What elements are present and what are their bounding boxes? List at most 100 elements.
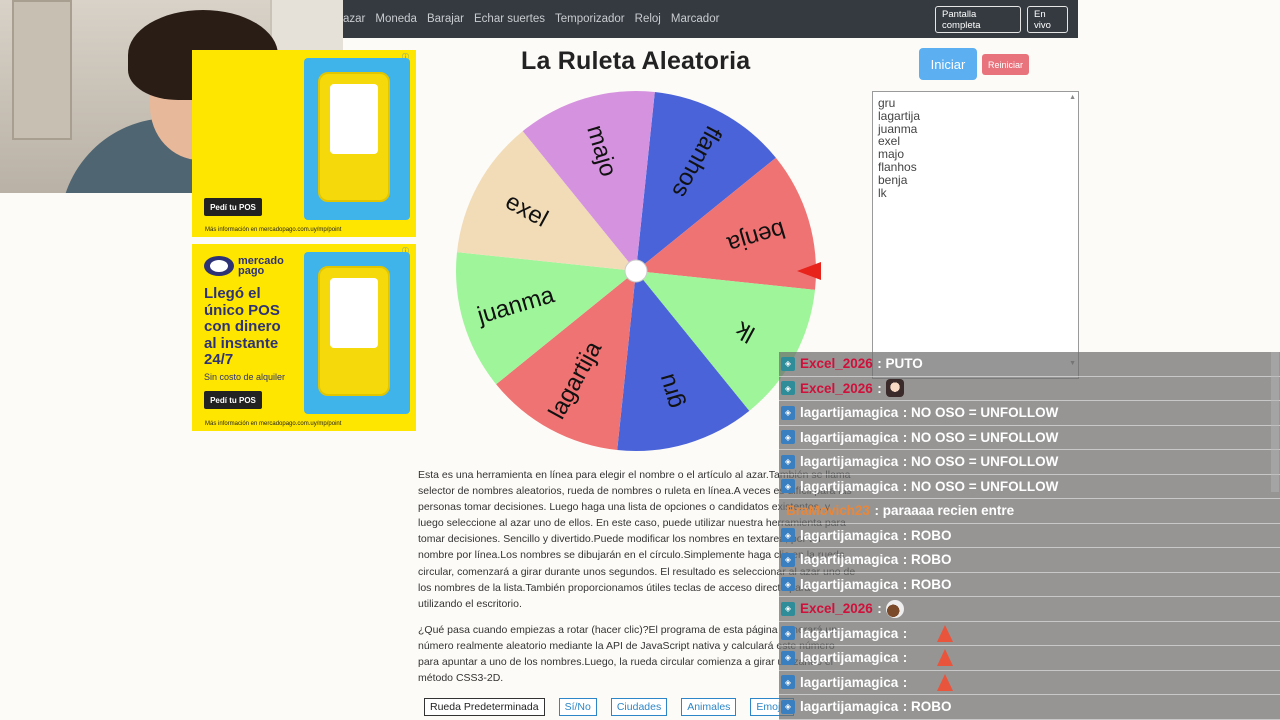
reset-button[interactable]: Reiniciar xyxy=(982,54,1029,75)
chat-username: Excel_2026 xyxy=(800,356,873,372)
platform-badge-icon: ◈ xyxy=(781,381,795,396)
chat-text: : PUTO xyxy=(877,356,923,372)
page-scrollbar[interactable] xyxy=(1271,352,1279,492)
chat-text: : ROBO xyxy=(902,527,952,543)
platform-badge-icon: ◈ xyxy=(781,552,795,567)
chat-text: : ROBO xyxy=(902,699,952,715)
preset-button[interactable]: Animales xyxy=(681,698,737,716)
chat-text: : NO OSO = UNFOLLOW xyxy=(902,454,1059,470)
chat-text: : xyxy=(877,380,882,396)
chat-message: ◈ lagartijamagica : NO OSO = UNFOLLOW xyxy=(779,474,1280,499)
name-line: benja xyxy=(878,172,908,187)
name-line: gru xyxy=(878,96,896,110)
chat-username: lagartijamagica xyxy=(800,625,899,641)
ad-more-info: Más información en mercadopago.com.uy/mp… xyxy=(205,227,342,233)
page-title: La Ruleta Aleatoria xyxy=(521,47,751,75)
chat-text: : paraaaa recien entre xyxy=(874,503,1015,519)
ad-pos-button[interactable]: Pedí tu POS xyxy=(204,198,262,216)
platform-badge-icon: ◈ xyxy=(781,601,795,616)
chat-message: ◈ Excel_2026 : PUTO xyxy=(779,352,1280,377)
roulette-wheel[interactable]: flanhosbenjalkgrulagartijajuanmaexelmajo xyxy=(455,90,817,452)
chat-message: ◈ lagartijamagica : ROBO xyxy=(779,548,1280,573)
platform-badge-icon: ◈ xyxy=(781,454,795,469)
ad-subline: Sin costo de alquiler xyxy=(204,372,286,382)
nav-link[interactable]: Barajar xyxy=(427,13,464,25)
chat-message: ◈ lagartijamagica : NO OSO = UNFOLLOW xyxy=(779,401,1280,426)
chat-username: lagartijamagica xyxy=(800,674,899,690)
fullscreen-button[interactable]: Pantalla completa xyxy=(935,6,1021,33)
ad-more-info: Más información en mercadopago.com.uy/mp… xyxy=(205,421,342,427)
preset-button[interactable]: Ciudades xyxy=(610,698,668,716)
chat-username: lagartijamagica xyxy=(800,405,899,421)
cone-emote-icon xyxy=(937,673,954,691)
chat-username: lagartijamagica xyxy=(800,454,899,470)
nav-link[interactable]: Moneda xyxy=(375,13,417,25)
nav-link[interactable]: azar xyxy=(343,13,365,25)
nav-link[interactable]: Echar suertes xyxy=(474,13,545,25)
mercadopago-ad-bottom[interactable]: ⓘ mercado pago Llegó el único POS con di… xyxy=(192,244,416,431)
chat-username: lagartijamagica xyxy=(800,699,899,715)
platform-badge-icon: ◈ xyxy=(781,356,795,371)
platform-badge-icon: ◈ xyxy=(781,479,795,494)
platform-badge-icon: ◈ xyxy=(781,675,795,690)
chat-message: ◈ Excel_2026 : xyxy=(779,597,1280,622)
chat-message: ◈ lagartijamagica : ROBO xyxy=(779,572,1280,597)
chat-text: : xyxy=(902,674,908,690)
ad-headline: Llegó el único POS con dinero al instant… xyxy=(204,285,281,368)
wheel-hub[interactable] xyxy=(624,259,648,283)
preset-button[interactable]: Rueda Predeterminada xyxy=(424,698,545,716)
mercadopago-ad-top[interactable]: ⓘ Pedí tu POS Más información en mercado… xyxy=(192,50,416,237)
chat-text: : xyxy=(877,601,882,617)
girl-emote-icon xyxy=(885,379,904,398)
platform-badge-icon: ◈ xyxy=(781,528,795,543)
nav-links: azar Moneda Barajar Echar suertes Temporizad… xyxy=(343,0,719,38)
chat-message: ◈ lagartijamagica : NO OSO = UNFOLLOW xyxy=(779,450,1280,475)
chat-username: lagartijamagica xyxy=(800,576,899,592)
platform-badge-icon: ◈ xyxy=(781,577,795,592)
chat-username: lagartijamagica xyxy=(800,478,899,494)
chat-text: : NO OSO = UNFOLLOW xyxy=(902,478,1059,494)
live-button[interactable]: En vivo xyxy=(1027,6,1068,33)
mercadopago-logo: mercado pago xyxy=(204,256,288,277)
chat-text: : xyxy=(902,650,908,666)
chat-message: ◈ lagartijamagica : xyxy=(779,621,1280,646)
names-textarea[interactable]: ▲ ▼ grulagartijajuanmaexelmajoflanhosben… xyxy=(872,91,1079,379)
chat-username: Excel_2026 xyxy=(800,601,873,617)
nav-link[interactable]: Marcador xyxy=(671,13,720,25)
nav-link[interactable]: Temporizador xyxy=(555,13,625,25)
ad-pos-button[interactable]: Pedí tu POS xyxy=(204,391,262,409)
chat-message: ◈ lagartijamagica : xyxy=(779,646,1280,671)
chat-message: BraMovich23 : paraaaa recien entre xyxy=(779,499,1280,524)
name-line: flanhos xyxy=(878,159,917,174)
chat-message: ◈ lagartijamagica : ROBO xyxy=(779,523,1280,548)
scroll-up-icon[interactable]: ▲ xyxy=(1069,94,1076,101)
platform-badge-icon: ◈ xyxy=(781,626,795,641)
chat-message: ◈ lagartijamagica : ROBO xyxy=(779,695,1280,720)
name-line: lagartija xyxy=(878,108,921,123)
chat-text: : ROBO xyxy=(902,552,952,568)
cone-emote-icon xyxy=(937,624,954,642)
chat-username: BraMovich23 xyxy=(786,503,871,519)
stream-chat-overlay: ◈ Excel_2026 : PUTO ◈ Excel_2026 : ◈ lagartij… xyxy=(779,352,1280,720)
chat-text: : NO OSO = UNFOLLOW xyxy=(902,429,1059,445)
platform-badge-icon: ◈ xyxy=(781,699,795,714)
chat-username: Excel_2026 xyxy=(800,380,873,396)
handshake-icon xyxy=(204,256,234,276)
start-button[interactable]: Iniciar xyxy=(919,48,977,80)
wheel-pointer-icon xyxy=(797,262,821,280)
coffee-emote-icon xyxy=(885,599,904,618)
preset-buttons: Rueda Predeterminada Sí/No Ciudades Animale… xyxy=(424,698,794,716)
cone-emote-icon xyxy=(937,649,954,667)
platform-badge-icon: ◈ xyxy=(781,405,795,420)
preset-button[interactable]: Sí/No xyxy=(558,698,597,716)
chat-username: lagartijamagica xyxy=(800,552,899,568)
chat-text: : ROBO xyxy=(902,576,952,592)
nav-link[interactable]: Reloj xyxy=(635,13,661,25)
chat-username: lagartijamagica xyxy=(800,650,899,666)
chat-text: : NO OSO = UNFOLLOW xyxy=(902,405,1059,421)
chat-username: lagartijamagica xyxy=(800,429,899,445)
chat-message: ◈ lagartijamagica : NO OSO = UNFOLLOW xyxy=(779,425,1280,450)
chat-username: lagartijamagica xyxy=(800,527,899,543)
name-line: lk xyxy=(878,185,887,200)
name-line: exel xyxy=(878,134,901,149)
